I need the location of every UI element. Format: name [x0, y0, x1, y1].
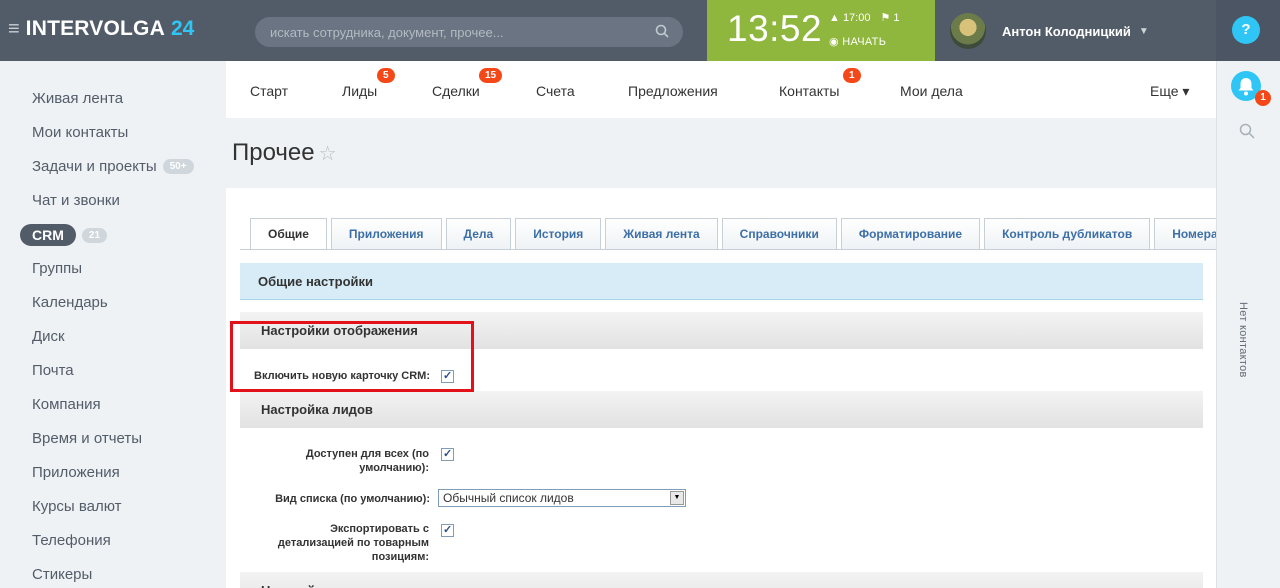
export-label: Экспортировать с детализацией по товарны… — [277, 523, 429, 563]
tab-duplicates[interactable]: Контроль дубликатов — [984, 218, 1151, 250]
nav-start[interactable]: Старт — [250, 83, 288, 99]
available-for-all-checkbox[interactable] — [441, 447, 454, 461]
brand-number: 24 — [170, 17, 195, 40]
notification-count: 1 — [1255, 90, 1271, 106]
tabs-divider — [240, 249, 1216, 250]
sidebar-item-label: Группы — [32, 260, 82, 277]
tab-history[interactable]: История — [515, 218, 602, 250]
tab-activities[interactable]: Дела — [445, 218, 512, 250]
sidebar-item-label: Компания — [32, 396, 101, 413]
sidebar-item-label: Диск — [32, 328, 65, 345]
alarm-time: ▲ 17:00 — [829, 12, 871, 24]
sidebar-item-apps[interactable]: Приложения — [32, 464, 120, 481]
worktime-panel[interactable]: 13:52 ▲ 17:00 ⚑ 1 ◉ НАЧАТЬ — [707, 0, 935, 61]
sidebar-item-time[interactable]: Время и отчеты — [32, 430, 142, 447]
sidebar-item-label: Живая лента — [32, 90, 124, 107]
nav-my-activities[interactable]: Мои дела — [900, 83, 963, 99]
sidebar-item-currency[interactable]: Курсы валют — [32, 498, 122, 515]
nav-badge: 15 — [479, 68, 503, 83]
tab-general[interactable]: Общие — [250, 218, 327, 250]
worktime-meta: ▲ 17:00 ⚑ 1 — [829, 11, 910, 24]
sidebar-item-disk[interactable]: Диск — [32, 328, 65, 345]
sidebar-item-telephony[interactable]: Телефония — [32, 532, 111, 549]
clock: 13:52 — [727, 8, 823, 49]
nav-label: Счета — [536, 83, 575, 99]
section-general-settings: Общие настройки — [240, 263, 1203, 300]
nav-label: Контакты — [779, 83, 840, 99]
brand-name: INTERVOLGA — [25, 17, 165, 40]
sidebar-item-contacts[interactable]: Мои контакты — [32, 124, 128, 141]
sidebar-item-label: CRM — [20, 224, 76, 246]
logo[interactable]: ≡ INTERVOLGA 24 — [8, 17, 194, 41]
start-day-button[interactable]: ◉ НАЧАТЬ — [829, 35, 886, 48]
menu-icon[interactable]: ≡ — [8, 19, 20, 39]
nav-contacts[interactable]: Контакты 1 — [779, 68, 861, 99]
sidebar-item-label: Приложения — [32, 464, 120, 481]
sidebar-item-label: Телефония — [32, 532, 111, 549]
sidebar-item-label: Задачи и проекты — [32, 158, 157, 175]
sidebar-item-calendar[interactable]: Календарь — [32, 294, 108, 311]
nav-label: Мои дела — [900, 83, 963, 99]
tab-feed[interactable]: Живая лента — [605, 218, 718, 250]
counter-badge: 50+ — [162, 159, 194, 174]
nav-invoices[interactable]: Счета — [536, 83, 575, 99]
tab-directories[interactable]: Справочники — [721, 218, 837, 250]
nav-label: Сделки — [432, 83, 480, 99]
nav-leads[interactable]: Лиды 5 — [342, 68, 395, 99]
search-box[interactable] — [255, 17, 683, 47]
user-name[interactable]: Антон Колодницкий — [1002, 24, 1131, 39]
sidebar-item-crm[interactable]: CRM 21 — [20, 224, 108, 246]
sidebar-item-label: Стикеры — [32, 566, 93, 583]
sidebar-item-groups[interactable]: Группы — [32, 260, 82, 277]
available-for-all-label: Доступен для всех (по умолчанию): — [305, 448, 429, 474]
highlight-box — [230, 321, 474, 392]
tab-formatting[interactable]: Форматирование — [840, 218, 981, 250]
search-icon[interactable] — [655, 24, 669, 38]
page-title-text: Прочее — [232, 139, 315, 166]
page-title: Прочее ☆ — [232, 139, 337, 167]
user-menu[interactable]: Антон Колодницкий ▼ — [950, 13, 1149, 49]
export-checkbox[interactable] — [441, 523, 454, 537]
section-lead-settings: Настройка лидов — [240, 391, 1203, 428]
nav-more[interactable]: Еще ▾ — [1150, 83, 1189, 100]
nav-deals[interactable]: Сделки 15 — [432, 68, 503, 99]
help-button[interactable]: ? — [1232, 16, 1260, 44]
counter-badge: 21 — [81, 228, 108, 243]
search-icon[interactable] — [1239, 123, 1255, 139]
sidebar-item-label: Почта — [32, 362, 74, 379]
no-contacts-label: Нет контактов — [1237, 302, 1249, 378]
chevron-down-icon[interactable]: ▼ — [1139, 26, 1149, 37]
sidebar-item-tasks[interactable]: Задачи и проекты 50+ — [32, 158, 194, 175]
sidebar-item-label: Календарь — [32, 294, 108, 311]
list-view-select[interactable]: Обычный список лидов ▼ — [438, 489, 686, 507]
sidebar-item-feed[interactable]: Живая лента — [32, 90, 123, 107]
settings-tabs: Общие Приложения Дела История Живая лент… — [250, 218, 1216, 250]
sidebar-item-chat[interactable]: Чат и звонки — [32, 192, 120, 209]
sidebar-item-label: Курсы валют — [32, 498, 122, 515]
nav-badge: 1 — [843, 68, 861, 83]
sidebar-item-stickers[interactable]: Стикеры — [32, 566, 92, 583]
nav-badge: 5 — [377, 68, 395, 83]
sidebar-item-mail[interactable]: Почта — [32, 362, 74, 379]
nav-label: Старт — [250, 83, 289, 99]
avatar[interactable] — [950, 13, 986, 49]
nav-label: Лиды — [342, 83, 378, 99]
nav-quotes[interactable]: Предложения — [628, 83, 718, 99]
tab-invoice-numbers[interactable]: Номера счетов — [1154, 218, 1216, 250]
flag-count: ⚑ 1 — [880, 12, 900, 24]
star-icon[interactable]: ☆ — [319, 143, 337, 165]
nav-label: Еще ▾ — [1150, 83, 1190, 99]
tab-apps[interactable]: Приложения — [330, 218, 442, 250]
sidebar-item-label: Чат и звонки — [32, 192, 120, 209]
crm-top-nav: Старт Лиды 5 Сделки 15 Счета Предложения К… — [226, 61, 1216, 118]
search-input[interactable] — [255, 17, 645, 47]
nav-label: Предложения — [628, 83, 718, 99]
list-view-value: Обычный список лидов — [443, 491, 574, 505]
chevron-down-icon[interactable]: ▼ — [670, 491, 684, 505]
sidebar-item-label: Мои контакты — [32, 124, 129, 141]
sidebar-item-company[interactable]: Компания — [32, 396, 101, 413]
list-view-label: Вид списка (по умолчанию): — [275, 493, 430, 505]
sidebar-item-label: Время и отчеты — [32, 430, 143, 447]
section-next: Настройки — [240, 572, 1203, 588]
